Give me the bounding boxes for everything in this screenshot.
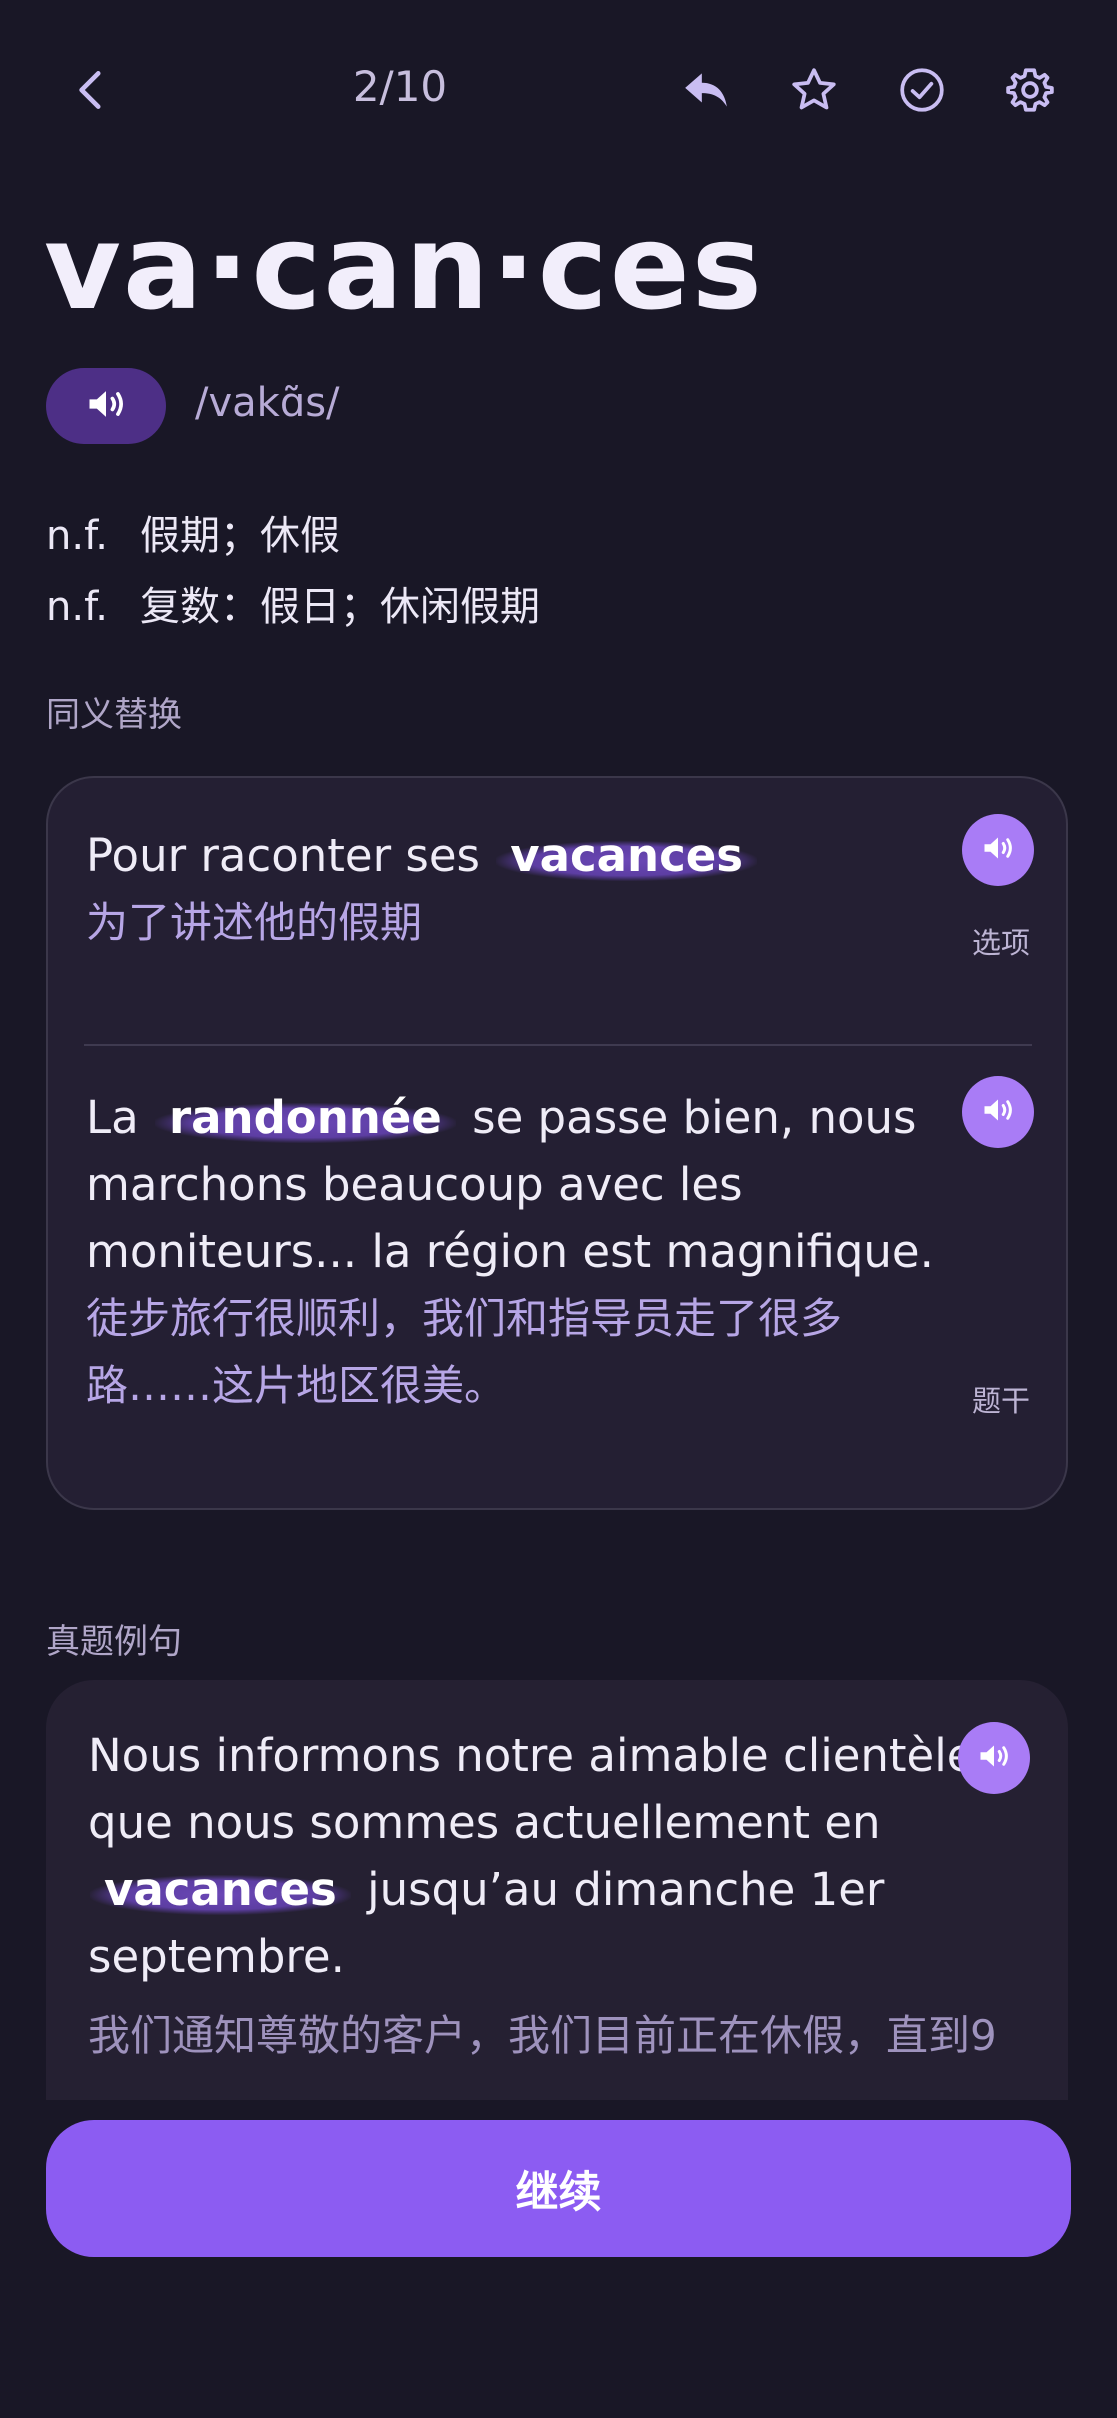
example-sentence: La randonnée se passe bien, nous marchon… xyxy=(86,1084,946,1285)
speaker-icon xyxy=(976,1738,1012,1778)
star-icon xyxy=(789,65,839,119)
definition-row: n.f. 假期；休假 xyxy=(46,503,340,561)
sentence-text: Pour raconter ses xyxy=(86,829,480,882)
source-tag: 选项 xyxy=(972,926,1031,960)
definition-meaning: 复数：假日；休闲假期 xyxy=(140,584,540,630)
divider xyxy=(84,1044,1032,1046)
mark-known-button[interactable] xyxy=(880,50,964,134)
progress-counter: 2/10 xyxy=(352,62,448,111)
part-of-speech: n.f. xyxy=(46,584,108,630)
exam-example-card: Nous informons notre aimable clientèle q… xyxy=(46,1680,1068,2100)
sentence-audio-button[interactable] xyxy=(958,1722,1030,1794)
sentence-translation: 徒步旅行很顺利，我们和指导员走了很多路……这片地区很美。 xyxy=(86,1294,843,1410)
back-button[interactable] xyxy=(50,50,134,134)
synonym-item: La randonnée se passe bien, nous marchon… xyxy=(86,1084,946,1419)
check-circle-icon xyxy=(897,65,947,119)
speaker-icon xyxy=(84,382,128,430)
speaker-icon xyxy=(980,830,1016,870)
phonetic: /vakɑ̃s/ xyxy=(195,380,340,426)
sentence-text: La xyxy=(86,1091,139,1144)
definition-row: n.f. 复数：假日；休闲假期 xyxy=(46,574,540,632)
part-of-speech: n.f. xyxy=(46,513,108,559)
reply-button[interactable] xyxy=(664,50,748,134)
sentence-text: Nous informons notre aimable clientèle q… xyxy=(88,1729,975,1849)
continue-button[interactable]: 继续 xyxy=(46,2120,1071,2257)
speaker-icon xyxy=(980,1092,1016,1132)
exam-example-section-label: 真题例句 xyxy=(46,1622,182,1662)
sentence-audio-button[interactable] xyxy=(962,1076,1034,1148)
highlighted-word: randonnée xyxy=(154,1084,456,1151)
source-tag: 题干 xyxy=(972,1384,1031,1418)
definition-meaning: 假期；休假 xyxy=(140,513,340,559)
highlighted-word: vacances xyxy=(496,822,758,889)
word-audio-button[interactable] xyxy=(46,368,166,444)
word-title: va·can·ces xyxy=(44,198,764,336)
highlighted-word: vacances xyxy=(90,1856,351,1923)
synonym-card: Pour raconter ses vacances 为了讲述他的假期 选项 L… xyxy=(46,776,1068,1510)
example-sentence: Pour raconter ses vacances xyxy=(86,822,946,889)
exam-example-item: Nous informons notre aimable clientèle q… xyxy=(88,1722,997,2069)
gear-icon xyxy=(1005,65,1055,119)
sentence-translation: 为了讲述他的假期 xyxy=(86,898,423,947)
sentence-audio-button[interactable] xyxy=(962,814,1034,886)
sentence-translation: 我们通知尊敬的客户，我们目前正在休假，直到9 xyxy=(88,2011,997,2060)
synonym-section-label: 同义替换 xyxy=(46,695,182,735)
synonym-item: Pour raconter ses vacances 为了讲述他的假期 xyxy=(86,822,946,956)
favorite-button[interactable] xyxy=(772,50,856,134)
settings-button[interactable] xyxy=(988,50,1072,134)
back-icon xyxy=(67,65,117,119)
reply-icon xyxy=(681,65,731,119)
example-sentence: Nous informons notre aimable clientèle q… xyxy=(88,1722,988,1990)
